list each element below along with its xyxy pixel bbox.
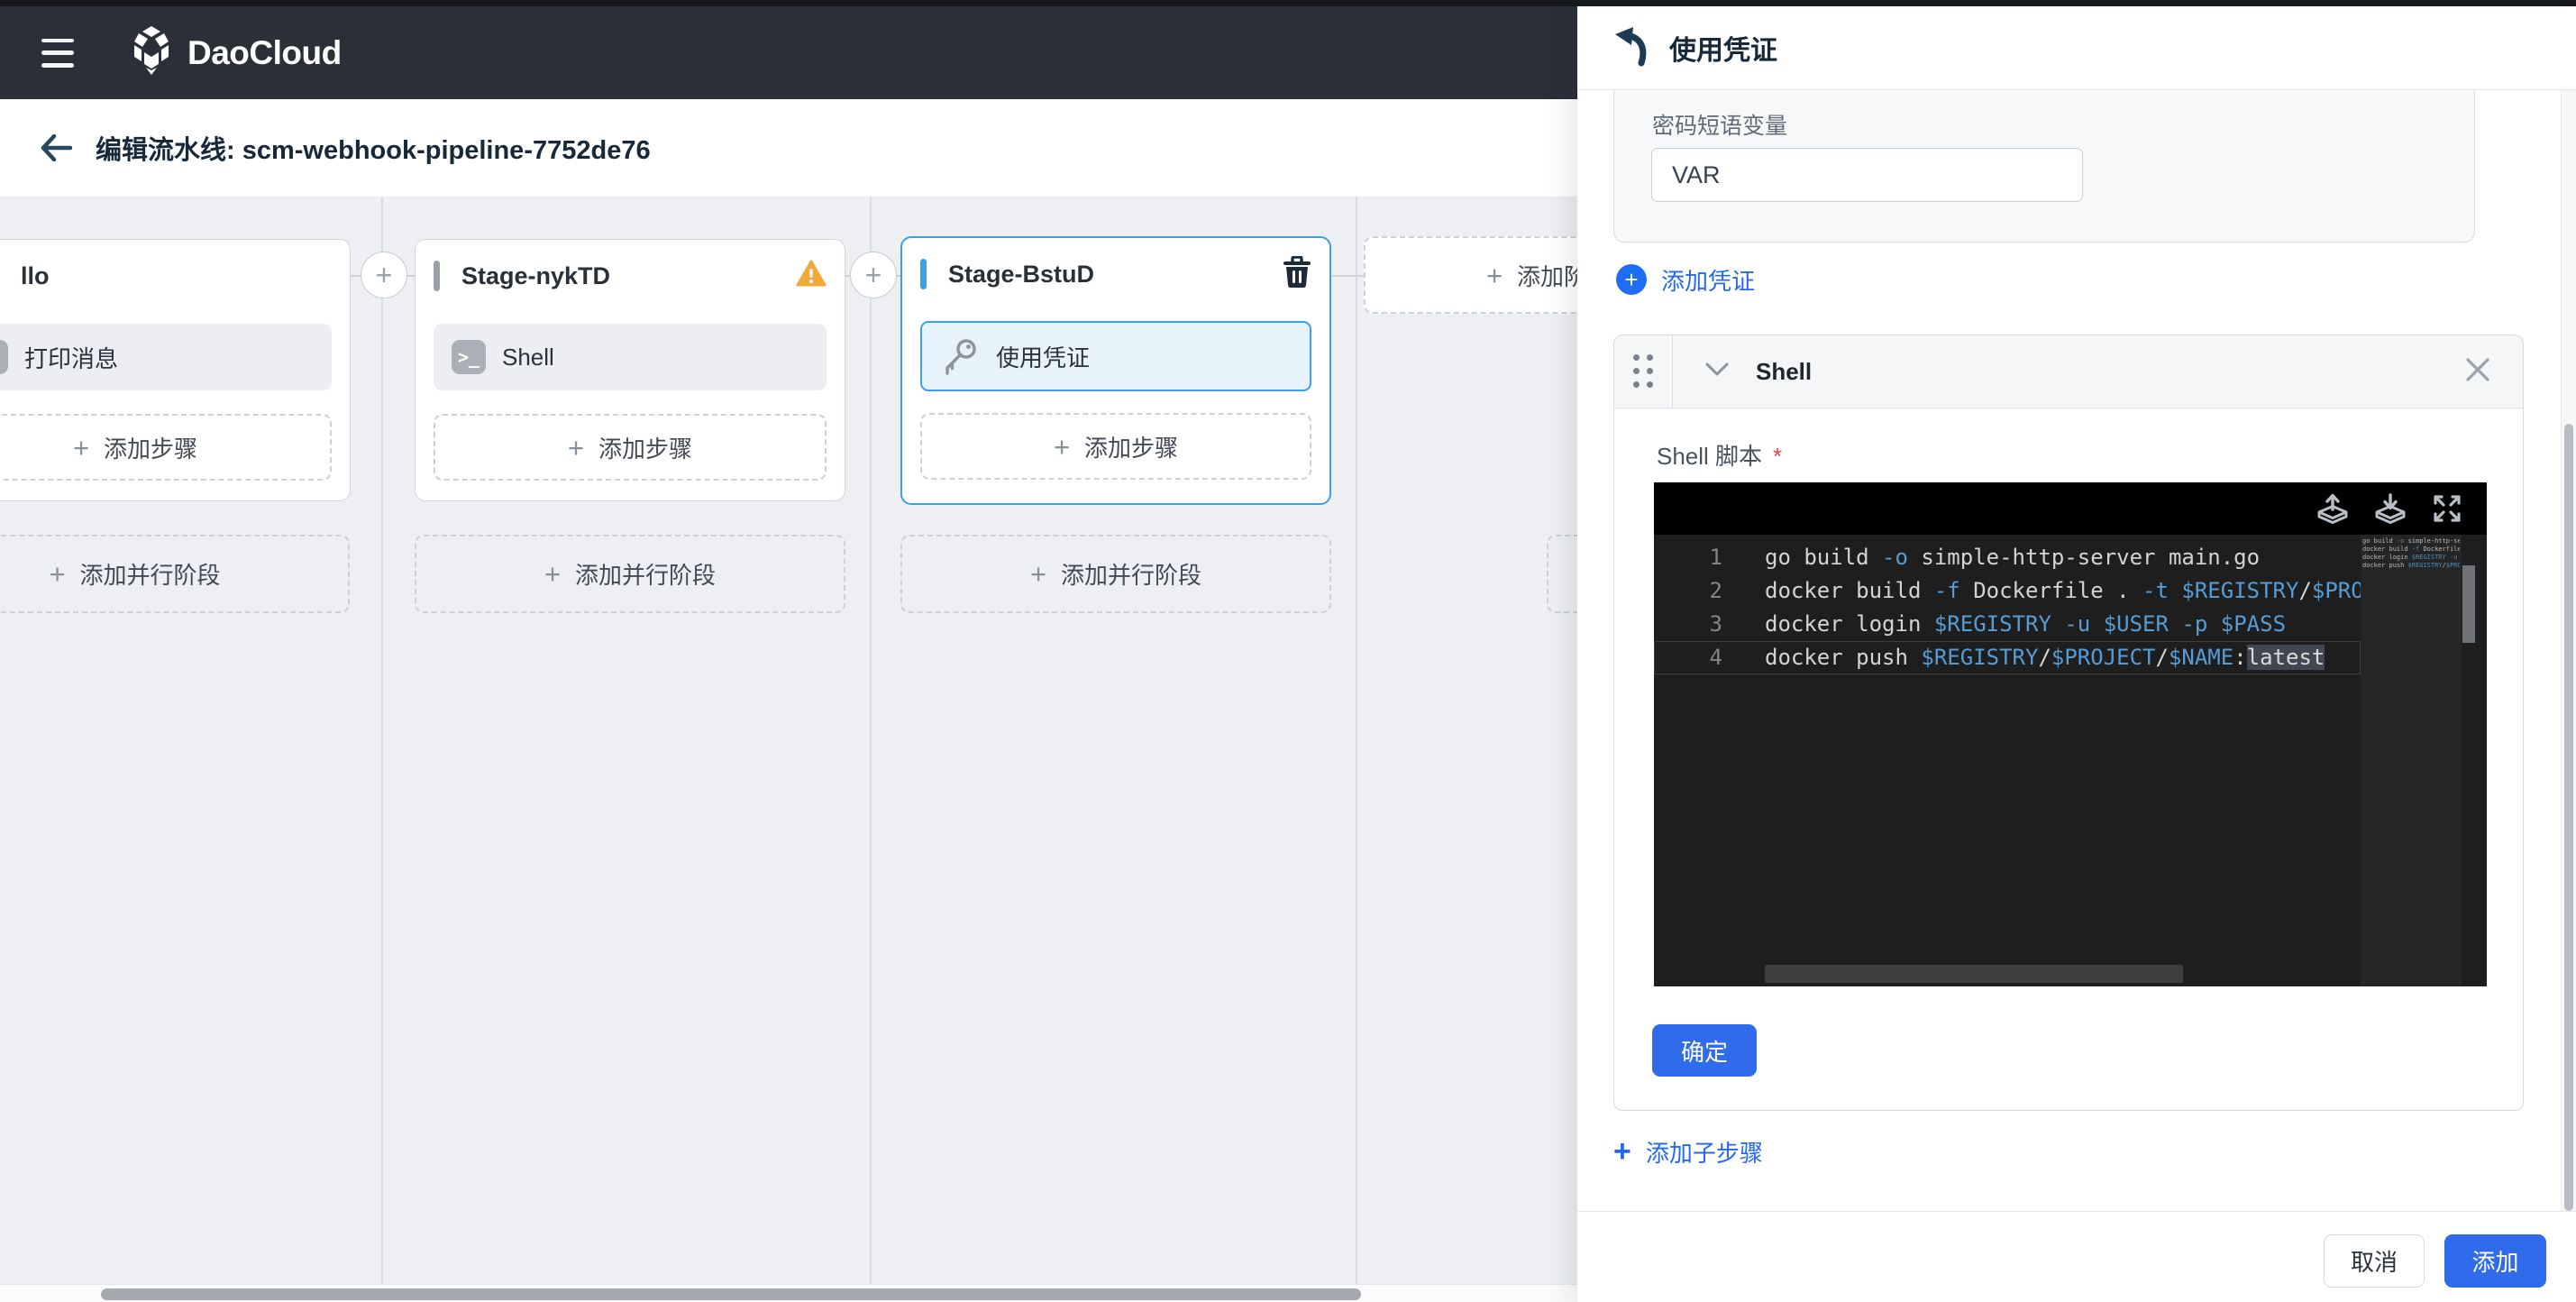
stage-indicator	[920, 259, 927, 289]
code-lines[interactable]: 1go build -o simple-http-server main.go2…	[1654, 535, 2361, 986]
plus-icon: +	[544, 560, 561, 588]
substep-title: Shell	[1756, 358, 1812, 386]
code-line: 1go build -o simple-http-server main.go	[1654, 541, 2361, 574]
required-asterisk: *	[1773, 443, 1782, 470]
step-label: 使用凭证	[996, 340, 1090, 373]
use-credential-drawer: 使用凭证 密码短语变量 + 添加凭证	[1577, 6, 2576, 1302]
plus-icon: +	[1486, 261, 1503, 289]
step-label: Shell	[502, 344, 554, 371]
plus-icon: +	[49, 560, 65, 588]
insert-stage-button[interactable]: +	[361, 252, 407, 298]
drawer-scrollbar	[2561, 90, 2576, 1211]
stage-title: Stage-BstuD	[948, 261, 1094, 289]
passphrase-input[interactable]	[1651, 148, 2083, 202]
step-item-print-message[interactable]: 打印消息	[0, 324, 332, 390]
fullscreen-icon[interactable]	[2431, 492, 2463, 525]
stage-card-bstud[interactable]: Stage-BstuD 使用凭证	[900, 236, 1331, 505]
editor-toolbar	[1654, 482, 2487, 535]
cancel-button[interactable]: 取消	[2324, 1234, 2425, 1288]
stage-title: llo	[21, 262, 50, 290]
connector-line	[1331, 275, 1367, 277]
add-credential-link[interactable]: + 添加凭证	[1616, 261, 1755, 298]
add-step-button[interactable]: + 添加步骤	[920, 413, 1311, 480]
page-title: 编辑流水线: scm-webhook-pipeline-7752de76	[96, 129, 651, 167]
add-parallel-label: 添加并行阶段	[575, 557, 716, 591]
drag-handle-icon	[1633, 354, 1654, 389]
passphrase-card: 密码短语变量	[1613, 90, 2475, 243]
step-label: 打印消息	[24, 341, 118, 374]
chevron-down-icon[interactable]	[1705, 362, 1729, 381]
add-step-label: 添加步骤	[1084, 430, 1178, 463]
stage-indicator	[434, 261, 440, 291]
trash-icon[interactable]	[1283, 256, 1311, 293]
plus-circle-icon: +	[1616, 264, 1647, 295]
shell-substep-card: Shell Shell 脚本*	[1613, 335, 2524, 1111]
hamburger-menu-icon[interactable]	[41, 39, 78, 68]
key-icon	[940, 336, 980, 376]
add-step-label: 添加步骤	[104, 431, 197, 464]
add-button[interactable]: 添加	[2444, 1234, 2546, 1288]
plus-icon: +	[1030, 560, 1046, 588]
step-item-shell[interactable]: >_ Shell	[434, 324, 827, 390]
stage-card-hello[interactable]: llo 打印消息 + 添加步骤	[0, 239, 351, 501]
back-arrow-icon[interactable]	[40, 134, 72, 161]
minimap-line: docker login $REGISTRY -u $USER -p $PASS	[2362, 554, 2460, 562]
insert-stage-button[interactable]: +	[850, 252, 897, 298]
code-line: 2docker build -f Dockerfile . -t $REGIST…	[1654, 574, 2361, 608]
drag-handle[interactable]	[1614, 335, 1673, 408]
add-step-label: 添加步骤	[598, 431, 692, 464]
upload-icon[interactable]	[2316, 491, 2350, 526]
editor-hscrollbar-thumb[interactable]	[1765, 965, 2183, 983]
column-separator	[381, 197, 383, 1284]
add-parallel-stage-button[interactable]: + 添加并行阶段	[0, 535, 350, 613]
column-separator	[1356, 197, 1357, 1284]
step-item-use-credential[interactable]: 使用凭证	[920, 321, 1311, 391]
ok-button[interactable]: 确定	[1652, 1024, 1757, 1077]
shell-substep-header[interactable]: Shell	[1614, 335, 2523, 408]
stage-title: Stage-nykTD	[461, 262, 610, 290]
add-step-button[interactable]: + 添加步骤	[0, 414, 332, 481]
plus-icon: +	[73, 434, 89, 462]
drawer-header: 使用凭证	[1577, 6, 2576, 90]
shell-script-editor[interactable]: 1go build -o simple-http-server main.go2…	[1654, 482, 2487, 986]
add-step-button[interactable]: + 添加步骤	[434, 414, 827, 481]
use-credential-icon	[1612, 25, 1649, 71]
message-step-icon	[0, 340, 8, 374]
download-icon[interactable]	[2373, 491, 2407, 526]
plus-icon: +	[1054, 433, 1070, 461]
plus-icon: +	[1613, 1136, 1631, 1167]
daocloud-cube-icon	[128, 25, 175, 80]
code-line: 3docker login $REGISTRY -u $USER -p $PAS…	[1654, 608, 2361, 641]
add-parallel-label: 添加并行阶段	[80, 557, 221, 591]
window-top-strip	[0, 0, 2576, 6]
shell-step-icon: >_	[452, 340, 486, 374]
minimap[interactable]: go build -o simple-http-server main.godo…	[2361, 535, 2462, 986]
minimap-line: docker push $REGISTRY/$PROJECT/$NAME:lat…	[2362, 562, 2460, 570]
passphrase-label: 密码短语变量	[1652, 108, 1787, 141]
drawer-scrollbar-thumb[interactable]	[2564, 424, 2573, 1211]
drawer-footer: 取消 添加	[1577, 1211, 2576, 1302]
plus-icon: +	[568, 434, 584, 462]
close-icon[interactable]	[2465, 357, 2490, 387]
canvas-hscrollbar-thumb[interactable]	[101, 1288, 1361, 1300]
add-parallel-stage-button[interactable]: + 添加并行阶段	[415, 535, 845, 613]
minimap-line: docker build -f Dockerfile . -t $REGISTR…	[2362, 546, 2460, 554]
shell-script-label: Shell 脚本*	[1657, 438, 1782, 472]
code-line: 4docker push $REGISTRY/$PROJECT/$NAME:la…	[1654, 641, 2361, 674]
add-substep-link[interactable]: + 添加子步骤	[1613, 1132, 1763, 1171]
daocloud-logo[interactable]: DaoCloud	[128, 25, 342, 80]
editor-vscrollbar-thumb[interactable]	[2462, 565, 2475, 643]
drawer-title: 使用凭证	[1669, 28, 1777, 68]
add-substep-label: 添加子步骤	[1646, 1135, 1763, 1169]
logo-text: DaoCloud	[187, 34, 342, 72]
add-parallel-label: 添加并行阶段	[1061, 557, 1201, 591]
minimap-line: go build -o simple-http-server main.go	[2362, 537, 2460, 546]
drawer-body: 密码短语变量 + 添加凭证 Shell	[1577, 90, 2576, 1211]
warning-icon	[796, 260, 827, 292]
add-parallel-stage-button[interactable]: + 添加并行阶段	[900, 535, 1331, 613]
stage-card-nyktd[interactable]: Stage-nykTD >_ Shell + 添加步骤	[415, 239, 845, 501]
add-credential-label: 添加凭证	[1661, 263, 1755, 297]
column-separator	[870, 197, 872, 1284]
